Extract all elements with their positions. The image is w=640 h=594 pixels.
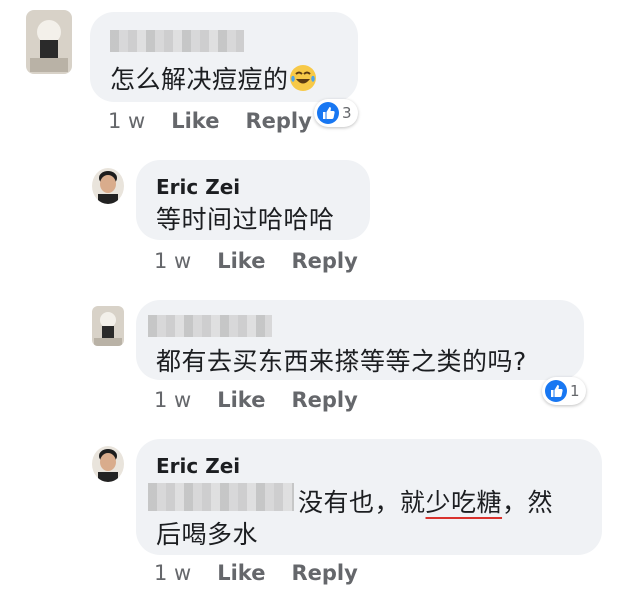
reaction-count: 3 (342, 104, 352, 122)
comment-text-line-1: 没有也，就少吃糖，然 (298, 488, 554, 517)
avatar[interactable] (26, 10, 72, 74)
reply-button[interactable]: Reply (291, 249, 357, 273)
comment-time[interactable]: 1 w (108, 109, 145, 133)
comment-actions: 1 w Like Reply (154, 388, 358, 412)
comment-text: 都有去买东西来搽等等之类的吗? (156, 347, 527, 376)
avatar[interactable] (92, 446, 124, 482)
spellcheck-underlined-phrase: 少吃糖 (425, 488, 503, 517)
comment-bubble: 怎么解决痘痘的 (90, 12, 358, 102)
reaction-count-badge[interactable]: 1 (542, 377, 586, 405)
reply-button[interactable]: Reply (291, 561, 357, 585)
reply-button[interactable]: Reply (245, 109, 311, 133)
redacted-mention (148, 483, 294, 511)
comment-author[interactable]: Eric Zei (156, 175, 240, 199)
comment-time[interactable]: 1 w (154, 561, 191, 585)
like-button[interactable]: Like (217, 561, 265, 585)
comment-bubble: 都有去买东西来搽等等之类的吗? (136, 300, 584, 380)
comment-actions: 1 w Like Reply (154, 249, 358, 273)
comment-actions: 1 w Like Reply (108, 109, 312, 133)
avatar[interactable] (92, 168, 124, 204)
comment-bubble: Eric Zei 等时间过哈哈哈 (136, 160, 370, 240)
comment-time[interactable]: 1 w (154, 388, 191, 412)
reply-button[interactable]: Reply (291, 388, 357, 412)
comment-time[interactable]: 1 w (154, 249, 191, 273)
like-button[interactable]: Like (217, 388, 265, 412)
reaction-count-badge[interactable]: 3 (314, 99, 358, 127)
comment-actions: 1 w Like Reply (154, 561, 358, 585)
like-reaction-icon (545, 380, 567, 402)
like-button[interactable]: Like (171, 109, 219, 133)
redacted-author-name (148, 315, 272, 337)
comment-bubble: Eric Zei 没有也，就少吃糖，然 后喝多水 (136, 439, 602, 555)
comment-author[interactable]: Eric Zei (156, 454, 240, 478)
reaction-count: 1 (570, 382, 580, 400)
like-reaction-icon (317, 102, 339, 124)
laughing-tears-emoji-icon (289, 64, 317, 92)
comment-text: 怎么解决痘痘的 (110, 60, 317, 96)
avatar[interactable] (92, 306, 124, 346)
redacted-author-name (110, 30, 244, 52)
like-button[interactable]: Like (217, 249, 265, 273)
comment-text-line-2: 后喝多水 (156, 520, 259, 549)
comment-text: 等时间过哈哈哈 (156, 205, 335, 234)
